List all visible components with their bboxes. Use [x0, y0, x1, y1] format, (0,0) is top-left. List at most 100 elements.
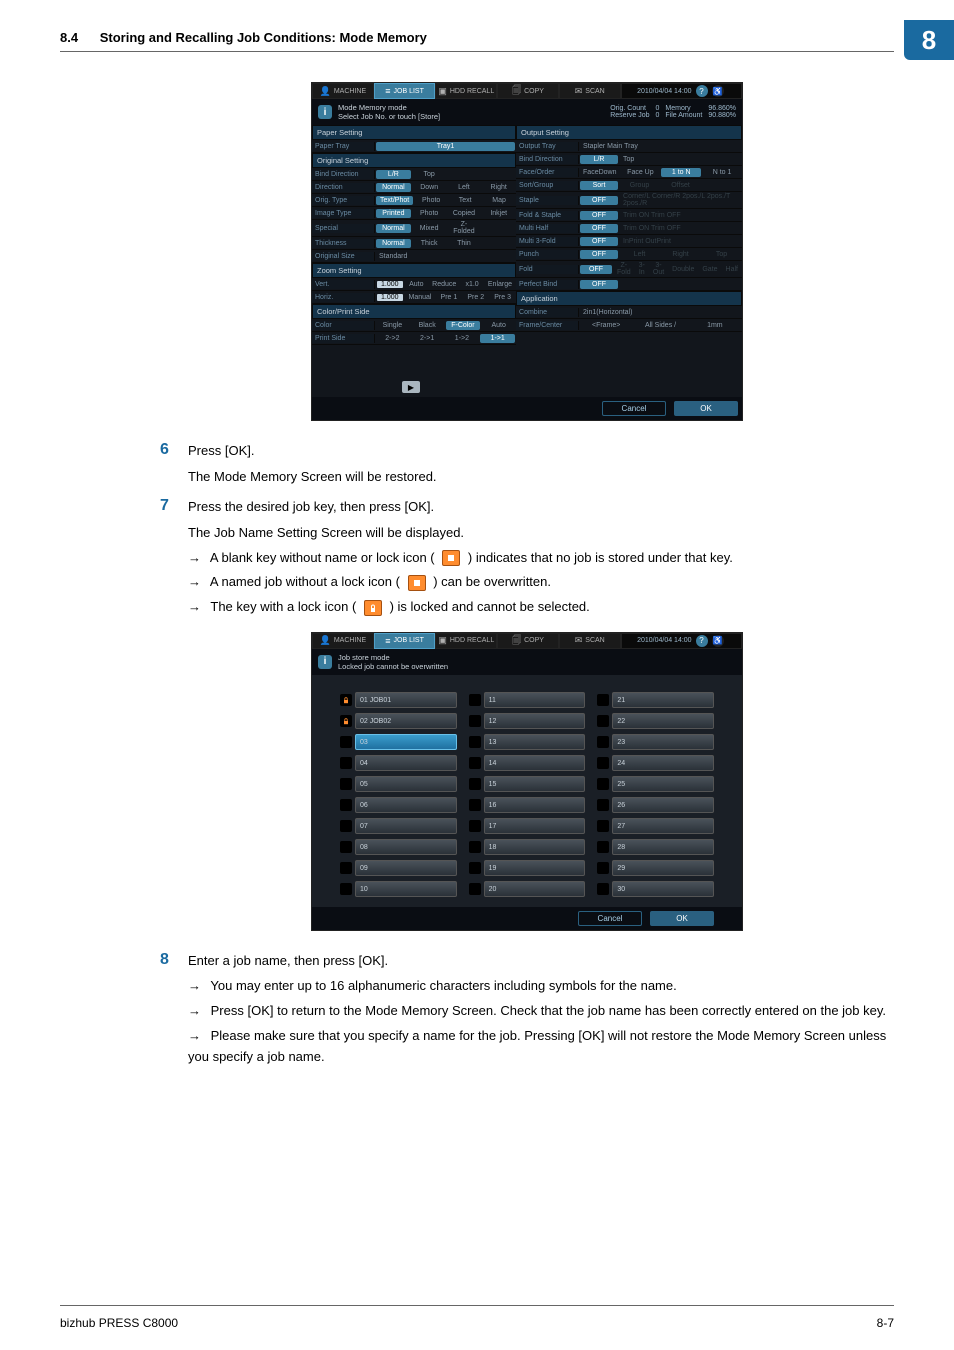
- tab-machine[interactable]: 👤MACHINE: [312, 633, 374, 649]
- job-slot-27[interactable]: 27: [612, 818, 714, 834]
- step-7-a3: → The key with a lock icon ( ) is locked…: [188, 597, 894, 618]
- job-slot-18[interactable]: 18: [484, 839, 586, 855]
- help-icon[interactable]: ?: [696, 635, 708, 647]
- tab-scan[interactable]: ✉SCAN: [559, 633, 621, 649]
- cancel-button[interactable]: Cancel: [578, 911, 642, 926]
- info-bar: i Mode Memory mode Select Job No. or tou…: [312, 99, 742, 125]
- cancel-button[interactable]: Cancel: [602, 401, 666, 416]
- play-button[interactable]: ▶: [402, 381, 420, 393]
- footer-page: 8-7: [877, 1316, 894, 1330]
- job-slot-01[interactable]: 01 JOB01: [355, 692, 457, 708]
- lock-icon: [340, 715, 352, 727]
- ok-button[interactable]: OK: [674, 401, 738, 416]
- panel-body: Paper Setting Paper TrayTray1 Original S…: [312, 125, 742, 397]
- bullet-arrow-icon: →: [188, 978, 201, 993]
- job-slot-16[interactable]: 16: [484, 797, 586, 813]
- ok-button[interactable]: OK: [650, 911, 714, 926]
- job-slot-13[interactable]: 13: [484, 734, 586, 750]
- screen1-bottom: Cancel OK: [312, 397, 742, 420]
- page-footer: bizhub PRESS C8000 8-7: [0, 1316, 954, 1350]
- content: 👤MACHINE ≡JOB LIST ▣HDD RECALL 🗐COPY ✉SC…: [60, 82, 894, 1068]
- hdr-original: Original Setting: [312, 153, 516, 168]
- job-slot-17[interactable]: 17: [484, 818, 586, 834]
- tab-hdd-recall[interactable]: ▣HDD RECALL: [435, 633, 497, 649]
- job-slot-30[interactable]: 30: [612, 881, 714, 897]
- bullet-arrow-icon: →: [188, 1028, 201, 1043]
- job-slot-28[interactable]: 28: [612, 839, 714, 855]
- job-slot-29[interactable]: 29: [612, 860, 714, 876]
- info-icon: i: [318, 655, 332, 669]
- access-icon[interactable]: ♿: [712, 635, 724, 647]
- tab-joblist[interactable]: ≡JOB LIST: [374, 83, 436, 99]
- tab-datetime: 2010/04/04 14:00 ?♿: [621, 633, 742, 649]
- job-slot-15[interactable]: 15: [484, 776, 586, 792]
- chapter-badge: 8: [904, 20, 954, 60]
- lock-icon: [340, 694, 352, 706]
- step-8-a2: → Press [OK] to return to the Mode Memor…: [188, 1001, 894, 1022]
- job-slot-26[interactable]: 26: [612, 797, 714, 813]
- tab-copy[interactable]: 🗐COPY: [497, 83, 559, 99]
- hdr-color: Color/Print Side: [312, 304, 516, 319]
- header-left: 8.4 Storing and Recalling Job Conditions…: [60, 30, 427, 45]
- header-divider: [60, 51, 894, 52]
- job-slot-03[interactable]: 03: [355, 734, 457, 750]
- job-slot-12[interactable]: 12: [484, 713, 586, 729]
- tab-datetime: 2010/04/04 14:00 ?♿: [621, 83, 742, 99]
- hdr-zoom: Zoom Setting: [312, 263, 516, 278]
- tab-joblist[interactable]: ≡JOB LIST: [374, 633, 436, 649]
- blank-key-icon: [442, 550, 460, 566]
- tab-scan[interactable]: ✉SCAN: [559, 83, 621, 99]
- job-slot-14[interactable]: 14: [484, 755, 586, 771]
- hdr-paper: Paper Setting: [312, 125, 516, 140]
- job-slot-09[interactable]: 09: [355, 860, 457, 876]
- tab-copy[interactable]: 🗐COPY: [497, 633, 559, 649]
- step-8-a3: → Please make sure that you specify a na…: [188, 1026, 894, 1068]
- status-block: Orig. Count0Memory96.860% Reserve Job0Fi…: [610, 105, 736, 119]
- named-key-icon: [408, 575, 426, 591]
- job-slot-23[interactable]: 23: [612, 734, 714, 750]
- screen2-bottom: Cancel OK: [312, 907, 742, 930]
- access-icon[interactable]: ♿: [712, 85, 724, 97]
- job-slot-20[interactable]: 20: [484, 881, 586, 897]
- bullet-arrow-icon: →: [188, 599, 201, 614]
- bullet-arrow-icon: →: [188, 550, 201, 565]
- hdr-app: Application: [516, 291, 742, 306]
- info-icon: i: [318, 105, 332, 119]
- step-8-a1: → You may enter up to 16 alphanumeric ch…: [188, 976, 894, 997]
- job-slot-05[interactable]: 05: [355, 776, 457, 792]
- top-tabs-2: 👤MACHINE ≡JOB LIST ▣HDD RECALL 🗐COPY ✉SC…: [312, 633, 742, 649]
- left-col: Paper Setting Paper TrayTray1 Original S…: [312, 125, 516, 397]
- footer-divider: [60, 1305, 894, 1306]
- step-6-sub: The Mode Memory Screen will be restored.: [188, 467, 894, 488]
- help-icon[interactable]: ?: [696, 85, 708, 97]
- job-slot-10[interactable]: 10: [355, 881, 457, 897]
- info-text-2: Job store mode Locked job cannot be over…: [338, 653, 736, 671]
- job-slot-25[interactable]: 25: [612, 776, 714, 792]
- job-slot-02[interactable]: 02 JOB02: [355, 713, 457, 729]
- job-slot-19[interactable]: 19: [484, 860, 586, 876]
- step-8: 8 Enter a job name, then press [OK].: [160, 951, 894, 971]
- top-tabs: 👤MACHINE ≡JOB LIST ▣HDD RECALL 🗐COPY ✉SC…: [312, 83, 742, 99]
- footer-model: bizhub PRESS C8000: [60, 1316, 178, 1330]
- step-7-sub1: The Job Name Setting Screen will be disp…: [188, 523, 894, 544]
- job-slot-04[interactable]: 04: [355, 755, 457, 771]
- step-7-a1: → A blank key without name or lock icon …: [188, 548, 894, 569]
- section-number: 8.4: [60, 30, 78, 45]
- job-slot-11[interactable]: 11: [484, 692, 586, 708]
- job-slot-21[interactable]: 21: [612, 692, 714, 708]
- job-slot-07[interactable]: 07: [355, 818, 457, 834]
- job-slots: 01 JOB01 11 21 02 JOB02 12 22 03 13 23 0…: [312, 675, 742, 907]
- tab-machine[interactable]: 👤MACHINE: [312, 83, 374, 99]
- job-slot-24[interactable]: 24: [612, 755, 714, 771]
- step-7-a2: → A named job without a lock icon ( ) ca…: [188, 572, 894, 593]
- job-slot-22[interactable]: 22: [612, 713, 714, 729]
- tab-hdd-recall[interactable]: ▣HDD RECALL: [435, 83, 497, 99]
- job-slot-08[interactable]: 08: [355, 839, 457, 855]
- bullet-arrow-icon: →: [188, 1003, 201, 1018]
- job-slot-06[interactable]: 06: [355, 797, 457, 813]
- job-store-screen: 👤MACHINE ≡JOB LIST ▣HDD RECALL 🗐COPY ✉SC…: [311, 632, 743, 931]
- info-text: Mode Memory mode Select Job No. or touch…: [338, 103, 610, 121]
- section-title: Storing and Recalling Job Conditions: Mo…: [100, 30, 427, 45]
- step-6: 6 Press [OK].: [160, 441, 894, 461]
- mode-memory-screen: 👤MACHINE ≡JOB LIST ▣HDD RECALL 🗐COPY ✉SC…: [311, 82, 743, 421]
